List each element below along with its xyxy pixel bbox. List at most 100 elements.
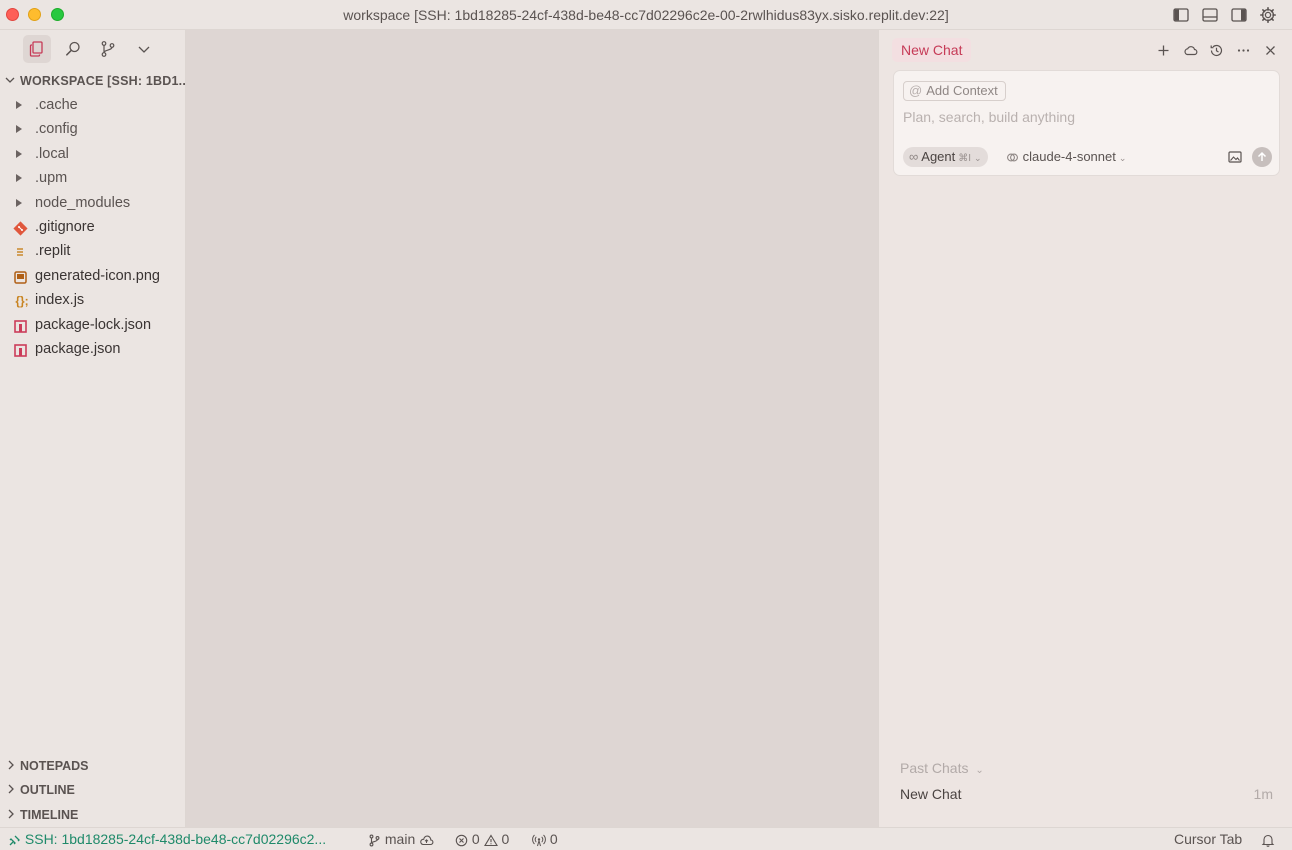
broadcast-icon xyxy=(532,834,546,846)
tree-item-label: index.js xyxy=(35,292,85,308)
chat-tab-new-chat[interactable]: New Chat xyxy=(892,38,972,62)
npm-file-icon xyxy=(12,342,28,358)
tree-file-index-js[interactable]: {}; index.js xyxy=(0,289,186,313)
source-control-icon[interactable] xyxy=(94,35,122,63)
cloud-upload-icon xyxy=(420,835,434,845)
cloud-icon[interactable] xyxy=(1180,40,1200,60)
tree-item-label: generated-icon.png xyxy=(35,268,160,284)
explorer-files-icon[interactable] xyxy=(23,35,51,63)
git-branch-icon xyxy=(369,834,380,847)
editor-area[interactable] xyxy=(186,30,878,827)
chat-composer: @Add Context ∞Agent⌘I⌄ claude-4-sonnet⌄ xyxy=(893,70,1280,176)
workspace-folder-header[interactable]: WORKSPACE [SSH: 1BD1... xyxy=(0,70,186,92)
branch-status[interactable]: main xyxy=(368,831,434,848)
toggle-secondary-sidebar-icon[interactable] xyxy=(1230,6,1248,24)
search-icon[interactable] xyxy=(59,35,87,63)
errors-count: 0 xyxy=(471,831,480,847)
chevron-right-icon xyxy=(8,809,14,819)
chevron-down-icon xyxy=(5,77,15,83)
tree-item-label: package.json xyxy=(35,341,121,357)
chevron-down-icon[interactable] xyxy=(130,35,158,63)
branch-label: main xyxy=(384,831,416,847)
cursor-tab-status[interactable]: Cursor Tab xyxy=(1174,831,1242,848)
arrow-up-icon xyxy=(1257,151,1267,161)
section-label: NOTEPADS xyxy=(20,759,89,773)
close-icon[interactable] xyxy=(1260,40,1280,60)
past-chat-item[interactable]: New Chat 1m xyxy=(900,786,1273,806)
past-chats-label: Past Chats xyxy=(900,760,969,776)
add-context-button[interactable]: @ Add Context xyxy=(903,81,1006,101)
title-bar: workspace [SSH: 1bd18285-24cf-438d-be48-… xyxy=(0,0,1292,30)
tree-folder-cache[interactable]: .cache xyxy=(0,94,186,118)
git-file-icon xyxy=(12,220,28,236)
image-file-icon xyxy=(12,269,28,285)
section-timeline[interactable]: TIMELINE xyxy=(0,804,186,826)
section-outline[interactable]: OUTLINE xyxy=(0,779,186,801)
ports-count: 0 xyxy=(549,831,558,847)
tree-item-label: .local xyxy=(35,146,69,162)
npm-file-icon xyxy=(12,318,28,334)
chevron-right-icon xyxy=(16,125,22,133)
tree-file-package-json[interactable]: package.json xyxy=(0,338,186,362)
chevron-down-icon: ⌄ xyxy=(974,153,982,163)
warnings-count: 0 xyxy=(501,831,510,847)
past-chat-title: New Chat xyxy=(900,786,962,802)
chevron-right-icon xyxy=(16,199,22,207)
activity-bar xyxy=(0,30,186,68)
model-icon xyxy=(1007,153,1018,162)
chevron-right-icon xyxy=(16,101,22,109)
history-icon[interactable] xyxy=(1206,40,1226,60)
tree-file-gitignore[interactable]: .gitignore xyxy=(0,216,186,240)
chevron-right-icon xyxy=(8,760,14,770)
agent-shortcut: ⌘I xyxy=(958,153,972,164)
tree-item-label: .replit xyxy=(35,243,71,259)
tree-folder-config[interactable]: .config xyxy=(0,118,186,142)
tree-item-label: node_modules xyxy=(35,195,131,211)
tree-file-replit[interactable]: .replit xyxy=(0,240,186,264)
more-options-icon[interactable] xyxy=(1233,40,1253,60)
remote-connection-status[interactable]: SSH: 1bd18285-24cf-438d-be48-cc7d02296c2… xyxy=(8,831,326,848)
tree-item-label: package-lock.json xyxy=(35,317,152,333)
section-label: OUTLINE xyxy=(20,783,75,797)
toggle-primary-sidebar-icon[interactable] xyxy=(1172,6,1190,24)
tree-folder-upm[interactable]: .upm xyxy=(0,167,186,191)
workspace-label: WORKSPACE [SSH: 1BD1... xyxy=(20,74,186,88)
model-selector[interactable]: claude-4-sonnet ⌄ xyxy=(1006,147,1126,167)
ports-status[interactable]: 0 xyxy=(532,831,558,848)
tree-folder-node-modules[interactable]: node_modules xyxy=(0,192,186,216)
model-label: claude-4-sonnet xyxy=(1022,149,1116,164)
remote-label: SSH: 1bd18285-24cf-438d-be48-cc7d02296c2… xyxy=(24,831,327,847)
chevron-down-icon: ⌄ xyxy=(975,765,984,776)
agent-mode-dropdown[interactable]: ∞ Agent ⌘I ⌄ xyxy=(903,147,988,167)
tree-item-label: .upm xyxy=(35,170,68,186)
tree-item-label: .cache xyxy=(35,97,78,113)
section-label: TIMELINE xyxy=(20,808,79,822)
tree-folder-local[interactable]: .local xyxy=(0,143,186,167)
add-context-label: Add Context xyxy=(926,83,998,98)
config-file-icon xyxy=(12,244,28,260)
chevron-right-icon xyxy=(16,150,22,158)
chevron-right-icon xyxy=(8,784,14,794)
tree-item-label: .gitignore xyxy=(35,219,95,235)
past-chats-header[interactable]: Past Chats ⌄ xyxy=(900,760,984,776)
attach-image-icon[interactable] xyxy=(1226,148,1244,166)
warning-icon xyxy=(483,834,498,846)
plus-icon[interactable] xyxy=(1153,40,1173,60)
chevron-down-icon: ⌄ xyxy=(1118,153,1127,163)
chat-input[interactable] xyxy=(903,109,1263,125)
settings-gear-icon[interactable] xyxy=(1259,6,1277,24)
notifications-bell-icon[interactable] xyxy=(1261,831,1275,848)
problems-status[interactable]: 0 0 xyxy=(455,831,509,848)
tree-item-label: .config xyxy=(35,121,78,137)
at-icon: @ xyxy=(909,83,923,98)
tree-file-package-lock[interactable]: package-lock.json xyxy=(0,314,186,338)
section-notepads[interactable]: NOTEPADS xyxy=(0,755,186,777)
toggle-panel-icon[interactable] xyxy=(1201,6,1219,24)
window-title: workspace [SSH: 1bd18285-24cf-438d-be48-… xyxy=(343,7,949,23)
infinity-icon: ∞ xyxy=(909,149,919,164)
send-button[interactable] xyxy=(1252,147,1272,167)
chat-panel: New Chat @Add Context ∞Agent⌘I⌄ claude-4… xyxy=(878,30,1292,827)
chevron-right-icon xyxy=(16,174,22,182)
tree-file-generated-icon[interactable]: generated-icon.png xyxy=(0,265,186,289)
status-bar: SSH: 1bd18285-24cf-438d-be48-cc7d02296c2… xyxy=(0,827,1292,850)
